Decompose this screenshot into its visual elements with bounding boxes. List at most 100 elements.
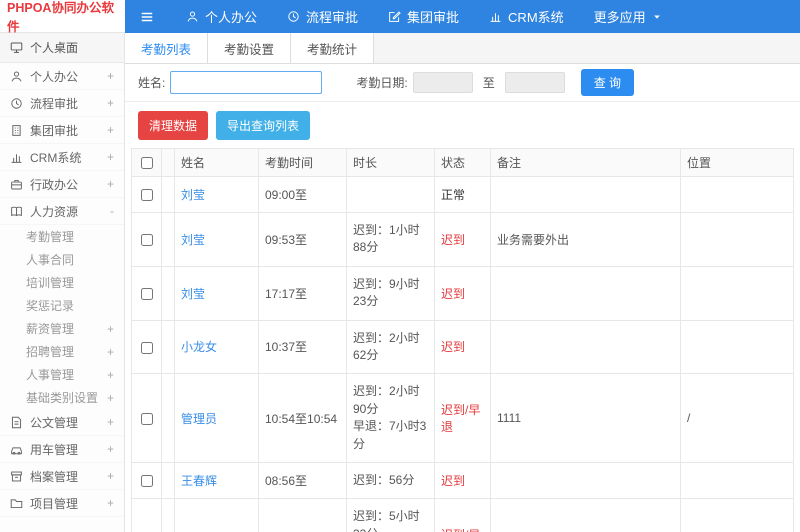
name-input[interactable] — [170, 71, 323, 94]
expand-toggle[interactable]: + — [107, 322, 114, 336]
sidebar-item-group-approval[interactable]: 集团审批 + — [0, 117, 124, 144]
expand-toggle[interactable]: - — [110, 204, 114, 218]
expand-toggle[interactable]: + — [107, 150, 114, 164]
sidebar-item-doc-management[interactable]: 公文管理 + — [0, 409, 124, 436]
row-checkbox[interactable] — [140, 234, 153, 247]
sidebar-subitem-label: 人事合同 — [26, 253, 75, 267]
note-cell — [490, 461, 681, 500]
attendance-time-cell: 09:53至 — [258, 212, 347, 267]
sidebar-subitem-label: 薪资管理 — [26, 322, 75, 336]
sidebar-subitem-base-category-settings[interactable]: 基础类别设置 + — [0, 386, 124, 409]
sidebar-item-project-management[interactable]: 项目管理 + — [0, 490, 124, 517]
attendance-time-cell: 10:54至10:54 — [258, 373, 347, 463]
sidebar-subitem-salary-management[interactable]: 薪资管理 + — [0, 317, 124, 340]
nav-personal-office[interactable]: 个人办公 — [171, 0, 272, 33]
gap-cell — [161, 212, 175, 267]
sidebar-subitem-label: 培训管理 — [26, 276, 75, 290]
sidebar-subitem-attendance-management[interactable]: 考勤管理 — [0, 225, 124, 248]
location-cell: / — [680, 373, 794, 463]
sidebar-item-workflow-approval[interactable]: 流程审批 + — [0, 90, 124, 117]
sidebar-item-vehicle-management[interactable]: 用车管理 + — [0, 436, 124, 463]
main-content: 考勤列表 考勤设置 考勤统计 姓名: 考勤日期: 至 查 询 清理数据 导出查询… — [125, 33, 800, 532]
sidebar-item-archive-management[interactable]: 档案管理 + — [0, 463, 124, 490]
employee-name-link[interactable]: 刘莹 — [181, 188, 205, 202]
edit-icon — [388, 10, 401, 23]
filter-bar: 姓名: 考勤日期: 至 查 询 — [125, 64, 800, 102]
select-all-checkbox[interactable] — [140, 157, 153, 170]
export-list-button[interactable]: 导出查询列表 — [216, 111, 311, 140]
status-cell: 正常 — [434, 176, 491, 213]
gap-cell — [161, 461, 175, 500]
duration-cell: 迟到：2小时62分 — [346, 319, 435, 375]
date-to-input[interactable] — [504, 72, 565, 93]
sidebar-item-personal-desktop[interactable]: 个人桌面 — [0, 33, 124, 63]
note-cell: 业务需要外出 — [490, 212, 681, 267]
nav-workflow-approval[interactable]: 流程审批 — [272, 0, 373, 33]
employee-name-link[interactable]: 刘莹 — [181, 287, 205, 301]
row-checkbox[interactable] — [140, 189, 153, 202]
tab-attendance-list[interactable]: 考勤列表 — [125, 33, 209, 63]
sidebar-item-admin-office[interactable]: 行政办公 + — [0, 171, 124, 198]
sidebar-item-label: 个人桌面 — [30, 41, 79, 55]
location-cell — [680, 176, 794, 213]
employee-name-link[interactable]: 刘莹 — [181, 233, 205, 247]
employee-name-link[interactable]: 王春辉 — [181, 474, 217, 488]
row-checkbox[interactable] — [140, 475, 153, 488]
search-button[interactable]: 查 询 — [580, 69, 635, 96]
table-header-row: 姓名 考勤时间 时长 状态 备注 位置 — [131, 148, 794, 177]
desktop-icon — [10, 41, 23, 54]
nav-group-approval[interactable]: 集团审批 — [373, 0, 474, 33]
expand-toggle[interactable]: + — [107, 368, 114, 382]
location-cell — [680, 319, 794, 375]
attendance-table-wrap: 姓名 考勤时间 时长 状态 备注 位置 刘莹 09:00至 正常 刘莹 09:53至 迟到… — [125, 148, 800, 532]
sidebar-subitem-personnel-management[interactable]: 人事管理 + — [0, 363, 124, 386]
sidebar-item-human-resources[interactable]: 人力资源 - — [0, 198, 124, 225]
sidebar-item-crm-system[interactable]: CRM系统 + — [0, 144, 124, 171]
tab-attendance-stats[interactable]: 考勤统计 — [291, 33, 375, 63]
sidebar-item-label: 公文管理 — [30, 415, 79, 430]
sidebar-item-personal-office[interactable]: 个人办公 + — [0, 63, 124, 90]
employee-name-link[interactable]: 管理员 — [181, 412, 217, 426]
sidebar-subitem-reward-punishment[interactable]: 奖惩记录 — [0, 294, 124, 317]
table-row: 刘莹 17:17至 迟到：9小时23分 迟到 — [131, 265, 794, 321]
sidebar-item-label: 用车管理 — [30, 442, 79, 457]
nav-label: 集团审批 — [407, 10, 460, 25]
expand-toggle[interactable]: + — [107, 345, 114, 359]
expand-toggle[interactable]: + — [107, 415, 114, 429]
sidebar-item-label: 人力资源 — [30, 204, 79, 219]
expand-toggle[interactable]: + — [107, 496, 114, 510]
row-checkbox[interactable] — [140, 341, 153, 354]
row-checkbox[interactable] — [140, 412, 153, 425]
expand-toggle[interactable]: + — [107, 177, 114, 191]
date-from-input[interactable] — [412, 72, 473, 93]
sidebar-item-label: CRM系统 — [30, 150, 82, 165]
sidebar: 个人桌面 个人办公 + 流程审批 + 集团审批 + CRM系统 + 行政办公 + 人力资源 - 考勤管理… — [0, 33, 125, 532]
nav-crm-system[interactable]: CRM系统 — [474, 0, 579, 33]
col-header-gap — [161, 148, 175, 177]
sidebar-menu: 个人办公 + 流程审批 + 集团审批 + CRM系统 + 行政办公 + 人力资源 - 考勤管理 人事合同培… — [0, 63, 124, 517]
col-header-duration: 时长 — [346, 148, 435, 177]
expand-toggle[interactable]: + — [107, 123, 114, 137]
employee-name-link[interactable]: 小龙女 — [181, 340, 217, 354]
sidebar-subitem-training-management[interactable]: 培训管理 — [0, 271, 124, 294]
expand-toggle[interactable]: + — [107, 69, 114, 83]
status-cell: 迟到 — [434, 212, 491, 267]
sidebar-item-label: 个人办公 — [30, 69, 79, 84]
menu-toggle-icon[interactable] — [139, 10, 155, 24]
clean-data-button[interactable]: 清理数据 — [138, 111, 209, 140]
row-checkbox[interactable] — [140, 288, 153, 300]
col-header-location: 位置 — [680, 148, 794, 177]
tab-attendance-settings[interactable]: 考勤设置 — [208, 33, 292, 63]
flow-icon — [287, 10, 300, 23]
nav-more-apps[interactable]: 更多应用 — [579, 0, 677, 33]
expand-toggle[interactable]: + — [107, 96, 114, 110]
sidebar-subitem-hr-contract[interactable]: 人事合同 — [0, 248, 124, 271]
expand-toggle[interactable]: + — [107, 469, 114, 483]
expand-toggle[interactable]: + — [107, 442, 114, 456]
status-cell: 迟到 — [434, 461, 491, 500]
expand-toggle[interactable]: + — [107, 391, 114, 405]
note-cell — [490, 498, 681, 532]
gap-cell — [161, 176, 175, 213]
status-cell: 迟到/早退 — [434, 498, 491, 532]
sidebar-subitem-recruitment-management[interactable]: 招聘管理 + — [0, 340, 124, 363]
